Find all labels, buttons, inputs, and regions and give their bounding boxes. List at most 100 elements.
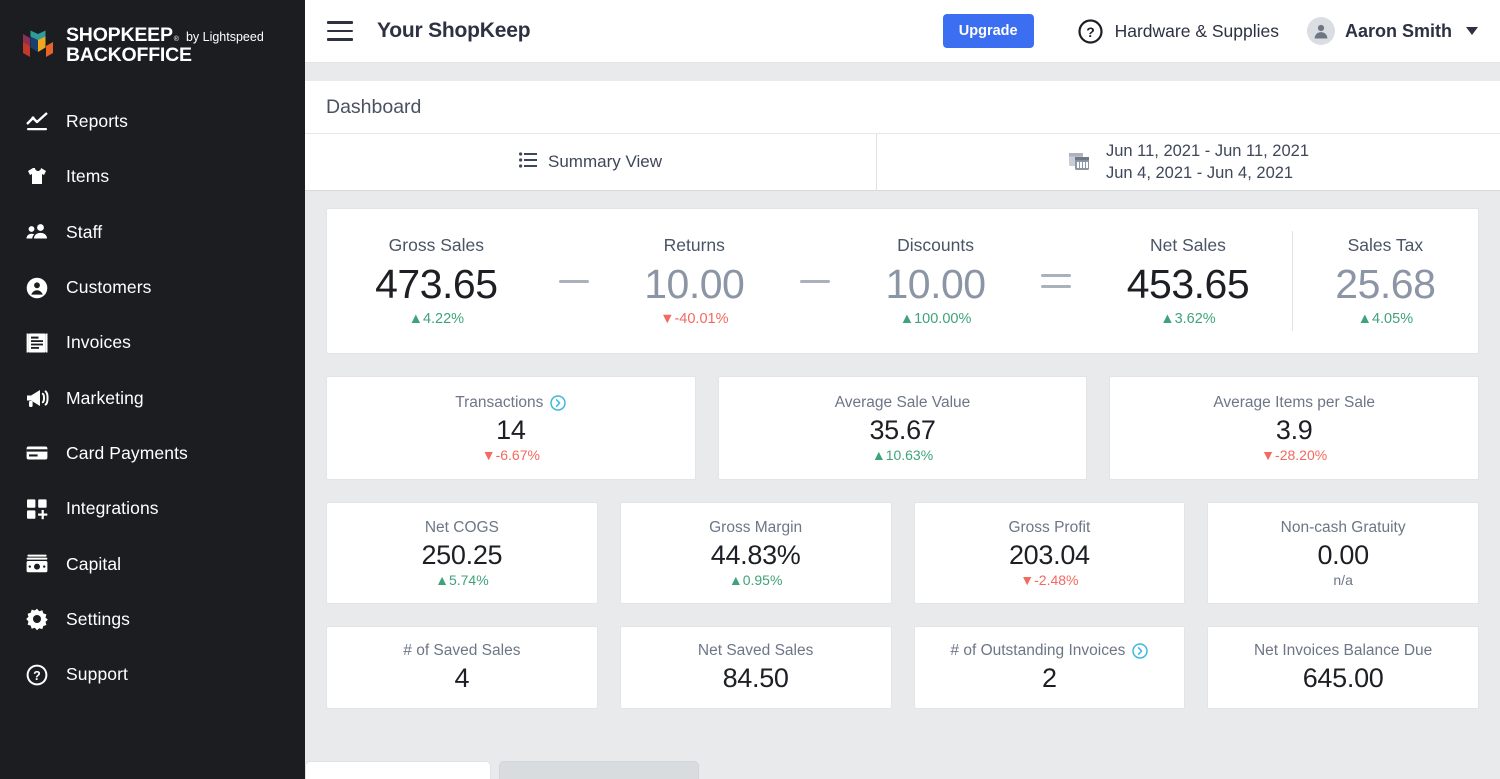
summary-metric-delta-value: -40.01% bbox=[674, 311, 729, 327]
summary-metric-value: 25.68 bbox=[1335, 261, 1436, 307]
brand-by-text: by Lightspeed bbox=[185, 29, 264, 44]
metric-card-label-wrap: # of Saved Sales bbox=[403, 642, 520, 660]
metric-card-delta: ▼-2.48% bbox=[1020, 572, 1078, 588]
metric-card-delta: ▼-6.67% bbox=[482, 447, 540, 463]
summary-metric-label: Net Sales bbox=[1150, 235, 1226, 255]
question-circle-icon[interactable]: ? bbox=[1077, 18, 1103, 44]
trend-arrow-icon: ▲ bbox=[408, 311, 423, 327]
sidebar-item-card-payments[interactable]: Card Payments bbox=[0, 426, 305, 481]
metric-card-label: # of Saved Sales bbox=[403, 641, 521, 659]
date-range-primary: Jun 11, 2021 - Jun 11, 2021 bbox=[1105, 142, 1310, 160]
sidebar-item-reports[interactable]: Reports bbox=[0, 94, 305, 149]
metric-card-value: 0.00 bbox=[1317, 539, 1369, 570]
tshirt-icon bbox=[25, 165, 49, 189]
summary-metric-label: Discounts bbox=[897, 235, 974, 255]
circle-arrow-right-icon[interactable] bbox=[1132, 642, 1149, 659]
store-selector[interactable]: Hardware & Supplies bbox=[1115, 21, 1279, 42]
app-root: SHOPKEEP ® by Lightspeed BACKOFFICE Repor… bbox=[0, 0, 1500, 779]
summary-metric-discounts: Discounts 10.00 ▲100.00% bbox=[843, 235, 1028, 327]
bottom-tab-inactive[interactable] bbox=[499, 761, 699, 779]
date-range-selector[interactable]: Jun 11, 2021 - Jun 11, 2021 Jun 4, 2021 … bbox=[877, 134, 1500, 190]
trend-arrow-icon: ▼ bbox=[481, 446, 496, 463]
metric-card-gross-profit: Gross Profit 203.04 ▼-2.48% bbox=[913, 502, 1186, 604]
summary-metric-value: 10.00 bbox=[885, 261, 987, 307]
metric-card-average-sale-value: Average Sale Value 35.67 ▲10.63% bbox=[717, 376, 1088, 480]
topbar: Your ShopKeep Upgrade ? Hardware & Suppl… bbox=[305, 0, 1500, 63]
user-avatar-icon bbox=[1306, 17, 1335, 45]
metric-card-delta: ▲0.95% bbox=[729, 572, 783, 588]
sidebar-item-marketing[interactable]: Marketing bbox=[0, 370, 305, 425]
sidebar-nav: Reports Items Staff Customers Invoices Market… bbox=[0, 94, 305, 702]
sidebar-item-staff[interactable]: Staff bbox=[0, 205, 305, 260]
registered-mark: ® bbox=[173, 35, 179, 43]
summary-metric-delta: ▲4.05% bbox=[1358, 311, 1413, 327]
sidebar-item-invoices[interactable]: Invoices bbox=[0, 315, 305, 370]
summary-metric-delta: ▲3.62% bbox=[1160, 311, 1215, 327]
metric-card-value: 3.9 bbox=[1275, 414, 1313, 445]
metric-card-value: 4 bbox=[454, 662, 470, 693]
svg-text:?: ? bbox=[33, 669, 41, 683]
summary-metric-delta: ▼-40.01% bbox=[660, 311, 728, 327]
circle-arrow-right-icon[interactable] bbox=[550, 394, 567, 411]
brand-text: SHOPKEEP ® by Lightspeed BACKOFFICE bbox=[66, 25, 264, 66]
summary-metric-returns: Returns 10.00 ▼-40.01% bbox=[602, 235, 787, 327]
credit-card-icon bbox=[25, 441, 49, 465]
hamburger-icon[interactable] bbox=[327, 21, 353, 41]
brand-name-line2: BACKOFFICE bbox=[66, 43, 192, 66]
metric-card-value: 35.67 bbox=[869, 414, 936, 445]
metric-card-gross-margin: Gross Margin 44.83% ▲0.95% bbox=[619, 502, 892, 604]
cash-icon bbox=[25, 552, 49, 576]
metric-card-label-wrap: Gross Margin bbox=[709, 519, 802, 537]
sidebar-item-support[interactable]: ? Support bbox=[0, 647, 305, 702]
sidebar-item-settings[interactable]: Settings bbox=[0, 592, 305, 647]
sidebar-item-capital[interactable]: Capital bbox=[0, 536, 305, 591]
summary-operator-1 bbox=[787, 279, 843, 283]
metric-card--of-outstanding-invoices: # of Outstanding Invoices 2 bbox=[913, 626, 1186, 709]
trend-arrow-icon: ▲ bbox=[1160, 311, 1175, 327]
question-circle-icon: ? bbox=[25, 663, 49, 687]
trend-arrow-icon: ▼ bbox=[1261, 446, 1276, 463]
sidebar-item-items[interactable]: Items bbox=[0, 149, 305, 204]
metric-card-label: Average Items per Sale bbox=[1213, 393, 1376, 411]
user-name[interactable]: Aaron Smith bbox=[1345, 21, 1452, 42]
grid-plus-icon bbox=[25, 497, 49, 521]
user-circle-icon bbox=[25, 276, 49, 300]
metric-card-label: Net COGS bbox=[424, 518, 499, 536]
chevron-down-icon[interactable] bbox=[1466, 27, 1478, 35]
sidebar-item-label: Marketing bbox=[66, 387, 144, 408]
metric-card-label: Net Saved Sales bbox=[697, 641, 814, 659]
metric-card-delta-value: -28.20% bbox=[1275, 446, 1328, 463]
upgrade-button[interactable]: Upgrade bbox=[942, 14, 1034, 48]
metric-card-label: Non-cash Gratuity bbox=[1280, 518, 1406, 536]
topbar-right: Upgrade ? Hardware & Supplies Aaron Smit… bbox=[942, 14, 1478, 48]
sidebar-item-label: Integrations bbox=[66, 498, 159, 519]
metric-card-label: Transactions bbox=[455, 393, 544, 411]
metric-card-transactions: Transactions 14 ▼-6.67% bbox=[326, 376, 696, 480]
metric-card-value: 2 bbox=[1042, 662, 1057, 693]
summary-metric-delta-value: 4.22% bbox=[422, 311, 465, 327]
metrics-row-2: Transactions 14 ▼-6.67% Average Sale Value 3… bbox=[326, 376, 1480, 480]
topbar-spacer bbox=[305, 63, 1500, 81]
metric-card-label: Net Invoices Balance Due bbox=[1253, 641, 1433, 659]
summary-operator-2 bbox=[1028, 274, 1084, 288]
bottom-tab-active[interactable] bbox=[305, 761, 491, 779]
metric-card-delta: ▲5.74% bbox=[435, 572, 489, 588]
metric-card-net-saved-sales: Net Saved Sales 84.50 bbox=[619, 626, 892, 709]
metric-card-label-wrap: Net COGS bbox=[425, 519, 499, 537]
sidebar-item-integrations[interactable]: Integrations bbox=[0, 481, 305, 536]
megaphone-icon bbox=[25, 386, 49, 410]
metric-card-label-wrap: Average Items per Sale bbox=[1213, 394, 1375, 412]
metric-card-delta: ▲10.63% bbox=[872, 447, 933, 463]
main-area: Your ShopKeep Upgrade ? Hardware & Suppl… bbox=[305, 0, 1500, 779]
summary-metric-delta-value: 100.00% bbox=[914, 311, 972, 327]
metric-card-label-wrap: Net Saved Sales bbox=[698, 642, 813, 660]
summary-view-tab[interactable]: Summary View bbox=[305, 134, 877, 190]
calendar-icon bbox=[1068, 150, 1094, 174]
metric-card-label-wrap: Non-cash Gratuity bbox=[1281, 519, 1406, 537]
metric-card-value: 84.50 bbox=[722, 662, 789, 693]
sidebar-item-customers[interactable]: Customers bbox=[0, 260, 305, 315]
brand-logo-block[interactable]: SHOPKEEP ® by Lightspeed BACKOFFICE bbox=[0, 14, 305, 76]
view-toolbar: Summary View Jun 11, 2021 - Jun 11, 2021… bbox=[305, 134, 1500, 191]
summary-operator-0 bbox=[546, 279, 602, 283]
date-range-compare: Jun 4, 2021 - Jun 4, 2021 bbox=[1105, 164, 1294, 182]
